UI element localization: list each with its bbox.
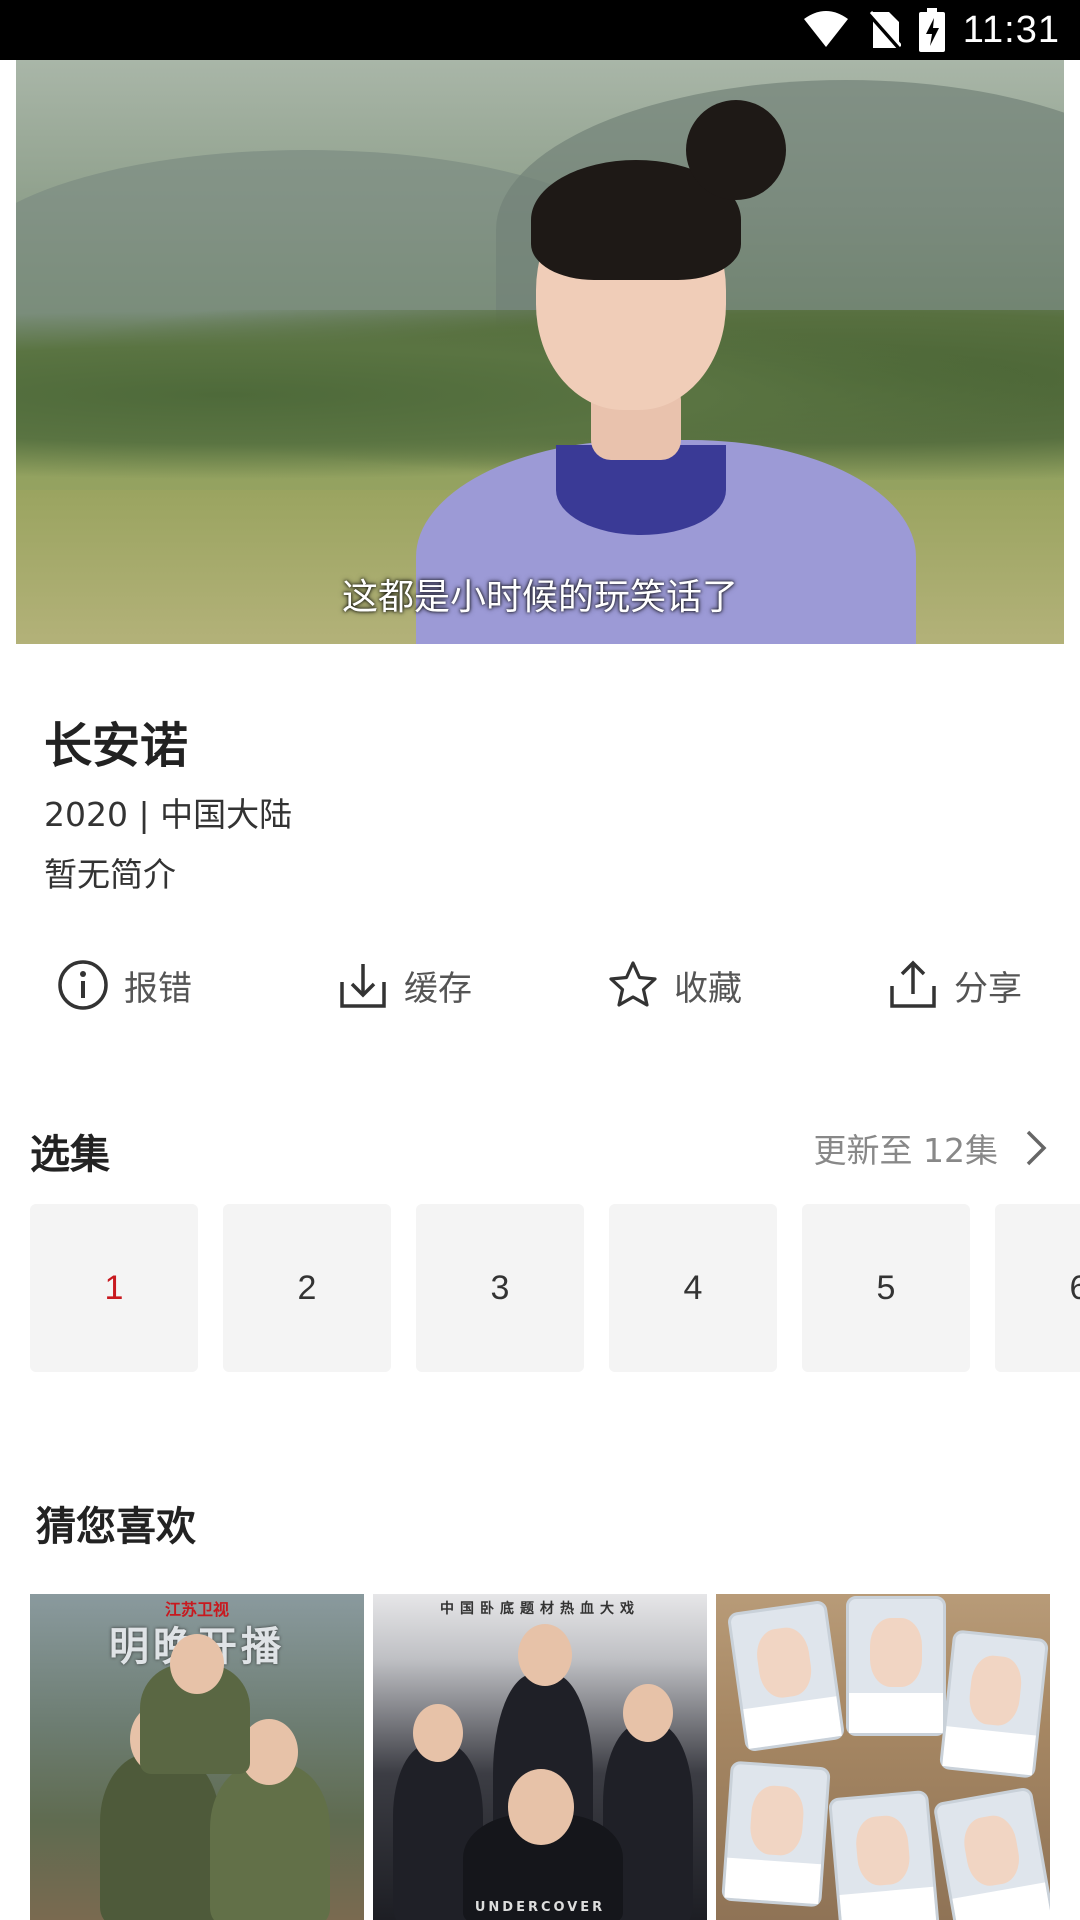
poster-2-tagline: 中国卧底题材热血大戏: [440, 1601, 640, 1617]
download-icon: [340, 964, 386, 1008]
no-sim-icon: [867, 11, 901, 50]
episode-1-button[interactable]: 1: [30, 1204, 198, 1372]
recommendation-poster-1[interactable]: 江苏卫视 明晚开播: [30, 1594, 364, 1920]
chevron-right-icon: [1026, 1130, 1047, 1166]
cache-button[interactable]: 缓存: [336, 950, 472, 1020]
episode-3-button[interactable]: 3: [416, 1204, 584, 1372]
report-error-button[interactable]: 报错: [56, 950, 192, 1020]
show-title: 长安诺: [44, 718, 189, 774]
share-button[interactable]: 分享: [886, 950, 1022, 1020]
star-icon: [609, 961, 657, 1007]
favorite-button[interactable]: 收藏: [606, 950, 742, 1020]
favorite-label: 收藏: [674, 968, 742, 1009]
wifi-icon: [803, 11, 848, 47]
status-icons: 11:31: [803, 8, 1060, 52]
report-error-label: 报错: [124, 968, 192, 1009]
battery-charging-icon: [918, 8, 945, 52]
video-subtitle: 这都是小时候的玩笑话了: [341, 577, 738, 618]
episodes-title: 选集: [30, 1132, 110, 1178]
poster-2-english-title: UNDERCOVER: [474, 1900, 606, 1915]
status-time: 11:31: [962, 8, 1060, 51]
show-meta: 2020 | 中国大陆: [44, 795, 293, 834]
episodes-update-text: 更新至 12集: [813, 1131, 998, 1170]
recommendation-poster-2[interactable]: 中国卧底题材热血大戏 UNDERCOVER: [373, 1594, 707, 1920]
recommendation-list: 江苏卫视 明晚开播 中国卧底题材热血大戏 UNDERCOVER: [30, 1594, 1050, 1920]
video-player[interactable]: 这都是小时候的玩笑话了: [16, 60, 1064, 644]
share-label: 分享: [954, 968, 1022, 1009]
cache-label: 缓存: [404, 968, 472, 1009]
episodes-more-button[interactable]: 更新至 12集: [814, 1124, 1050, 1172]
episode-4-button[interactable]: 4: [609, 1204, 777, 1372]
action-bar: 报错 缓存 收藏 分享: [0, 950, 1080, 1020]
episode-5-button[interactable]: 5: [802, 1204, 970, 1372]
share-icon: [890, 960, 936, 1008]
recommendations-title: 猜您喜欢: [36, 1504, 196, 1550]
episode-list: 1 2 3 4 5 6: [30, 1204, 1080, 1372]
show-intro: 暂无简介: [44, 855, 176, 894]
info-icon: [58, 960, 108, 1010]
episode-6-button[interactable]: 6: [995, 1204, 1080, 1372]
status-bar: 11:31: [0, 0, 1080, 60]
episode-2-button[interactable]: 2: [223, 1204, 391, 1372]
recommendation-poster-3[interactable]: [716, 1594, 1050, 1920]
